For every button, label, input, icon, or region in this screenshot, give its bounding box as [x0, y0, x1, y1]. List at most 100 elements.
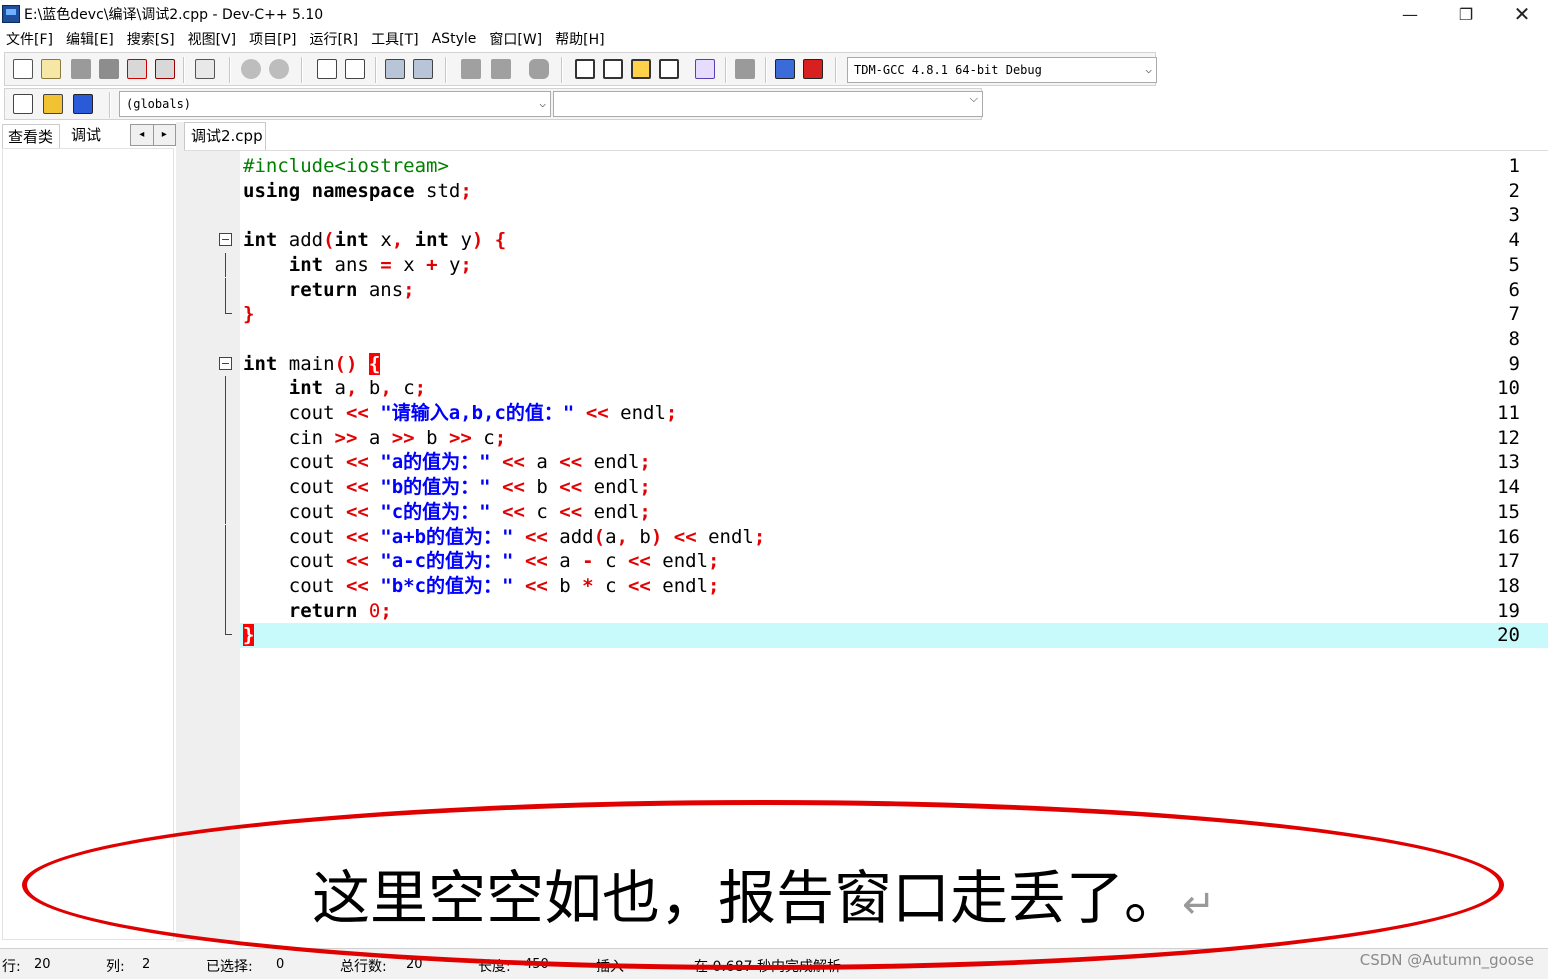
profile-icon[interactable] — [775, 59, 795, 79]
editor-file-tab[interactable]: 调试2.cpp — [184, 122, 266, 150]
fold-line — [219, 450, 233, 476]
class-toolbar: (globals) ⌵ ⌵ — [4, 88, 983, 120]
menu-run[interactable]: 运行[R] — [309, 29, 358, 49]
annotation-message: 这里空空如也，报告窗口走丢了。 — [312, 864, 1183, 932]
devcpp-app-icon — [2, 5, 20, 23]
redo-icon[interactable] — [269, 59, 289, 79]
line-number: 1 — [1508, 155, 1520, 177]
toggle-bookmark-icon[interactable] — [461, 59, 481, 79]
compile-icon[interactable] — [575, 59, 595, 79]
fold-toggle-icon[interactable] — [219, 228, 233, 253]
member-select[interactable]: ⌵ — [553, 91, 983, 117]
scroll-right-button[interactable]: ▸ — [154, 125, 176, 145]
line-number: 13 — [1497, 451, 1520, 474]
fold-line — [219, 524, 233, 550]
toggle-icon[interactable] — [73, 94, 93, 114]
scope-value: (globals) — [126, 97, 192, 111]
run-icon[interactable] — [603, 59, 623, 79]
syntax-check-icon[interactable] — [695, 59, 715, 79]
line-number: 15 — [1497, 500, 1520, 523]
line-number: 9 — [1508, 352, 1520, 375]
insert-icon[interactable] — [43, 94, 63, 114]
menu-project[interactable]: 项目[P] — [249, 29, 296, 49]
goto-bookmark-icon[interactable] — [491, 59, 511, 79]
line-number: 8 — [1508, 327, 1520, 350]
fold-toggle-icon[interactable] — [219, 352, 233, 377]
compiler-profile-select[interactable]: TDM-GCC 4.8.1 64-bit Debug ⌵ — [847, 57, 1157, 83]
title-bar: E:\蓝色devc\编译\调试2.cpp - Dev-C++ 5.10 — ❐ … — [0, 0, 1548, 28]
undo-icon[interactable] — [241, 59, 261, 79]
row-value: 20 — [34, 957, 51, 972]
new-file-icon[interactable] — [13, 59, 33, 79]
main-toolbar: TDM-GCC 4.8.1 64-bit Debug ⌵ — [4, 52, 1157, 86]
code-line: int add(int x, int y) { — [243, 229, 507, 252]
menu-file[interactable]: 文件[F] — [6, 29, 53, 49]
col-value: 2 — [142, 957, 151, 972]
panel-splitter[interactable] — [176, 122, 184, 942]
code-line: } — [243, 303, 255, 326]
maximize-button[interactable]: ❐ — [1438, 0, 1494, 28]
save-all-icon[interactable] — [99, 59, 119, 79]
code-line: cout << "b*c的值为：" << b * c << endl; — [243, 574, 720, 597]
menu-window[interactable]: 窗口[W] — [489, 29, 542, 49]
line-number: 17 — [1497, 550, 1520, 573]
fold-line — [219, 401, 233, 426]
menu-search[interactable]: 搜索[S] — [127, 29, 175, 49]
toolbar-separator — [375, 57, 377, 83]
fold-line — [219, 598, 233, 624]
tab-class-browser[interactable]: 查看类 — [2, 124, 60, 148]
minimize-button[interactable]: — — [1382, 0, 1438, 28]
line-number: 10 — [1497, 377, 1520, 400]
toolbar-separator — [561, 57, 563, 83]
scope-select[interactable]: (globals) ⌵ — [119, 91, 551, 117]
return-mark-icon: ↵ — [1182, 882, 1216, 928]
window-title: E:\蓝色devc\编译\调试2.cpp - Dev-C++ 5.10 — [24, 7, 324, 23]
code-line: #include<iostream> — [243, 155, 449, 177]
line-number: 4 — [1508, 229, 1520, 252]
close-window-button[interactable]: ✕ — [1494, 0, 1548, 28]
tab-debug[interactable]: 调试 — [66, 124, 120, 148]
fold-line — [219, 277, 233, 303]
class-browser-panel[interactable] — [2, 148, 174, 940]
menu-astyle[interactable]: AStyle — [432, 31, 477, 47]
code-line: cout << "a-c的值为：" << a - c << endl; — [243, 550, 720, 573]
indent-icon[interactable] — [385, 59, 405, 79]
unindent-icon[interactable] — [413, 59, 433, 79]
line-number: 7 — [1508, 303, 1520, 326]
print-icon[interactable] — [195, 59, 215, 79]
toolbar-separator — [765, 57, 767, 83]
debug-icon[interactable] — [803, 59, 823, 79]
watermark: CSDN @Autumn_goose — [1359, 951, 1534, 969]
close-icon[interactable] — [127, 59, 147, 79]
code-line: using namespace std; — [243, 179, 472, 202]
replace-icon[interactable] — [345, 59, 365, 79]
compile-run-icon[interactable] — [631, 59, 651, 79]
code-line: int main() { — [243, 352, 381, 375]
menu-view[interactable]: 视图[V] — [188, 29, 237, 49]
stop-icon[interactable] — [735, 59, 755, 79]
line-number: 3 — [1508, 204, 1520, 227]
menu-tools[interactable]: 工具[T] — [371, 29, 418, 49]
menu-help[interactable]: 帮助[H] — [555, 29, 604, 49]
close-all-icon[interactable] — [155, 59, 175, 79]
code-line: cout << "a的值为：" << a << endl; — [243, 451, 651, 474]
fold-end — [219, 623, 233, 648]
menu-edit[interactable]: 编辑[E] — [66, 29, 114, 49]
line-number: 11 — [1497, 402, 1520, 424]
open-file-icon[interactable] — [41, 59, 61, 79]
rebuild-icon[interactable] — [659, 59, 679, 79]
fold-line — [219, 425, 233, 451]
code-line: cin >> a >> b >> c; — [243, 426, 507, 449]
save-icon[interactable] — [71, 59, 91, 79]
chevron-down-icon: ⌵ — [969, 92, 978, 105]
comment-icon[interactable] — [529, 59, 549, 79]
new-class-icon[interactable] — [13, 94, 33, 114]
fold-line — [219, 376, 233, 401]
find-icon[interactable] — [317, 59, 337, 79]
menu-bar: 文件[F] 编辑[E] 搜索[S] 视图[V] 项目[P] 运行[R] 工具[T… — [0, 28, 1548, 50]
fold-end — [219, 302, 233, 327]
toolbar-separator — [725, 57, 727, 83]
scroll-left-button[interactable]: ◂ — [131, 125, 154, 145]
toolbar-separator — [109, 92, 111, 118]
